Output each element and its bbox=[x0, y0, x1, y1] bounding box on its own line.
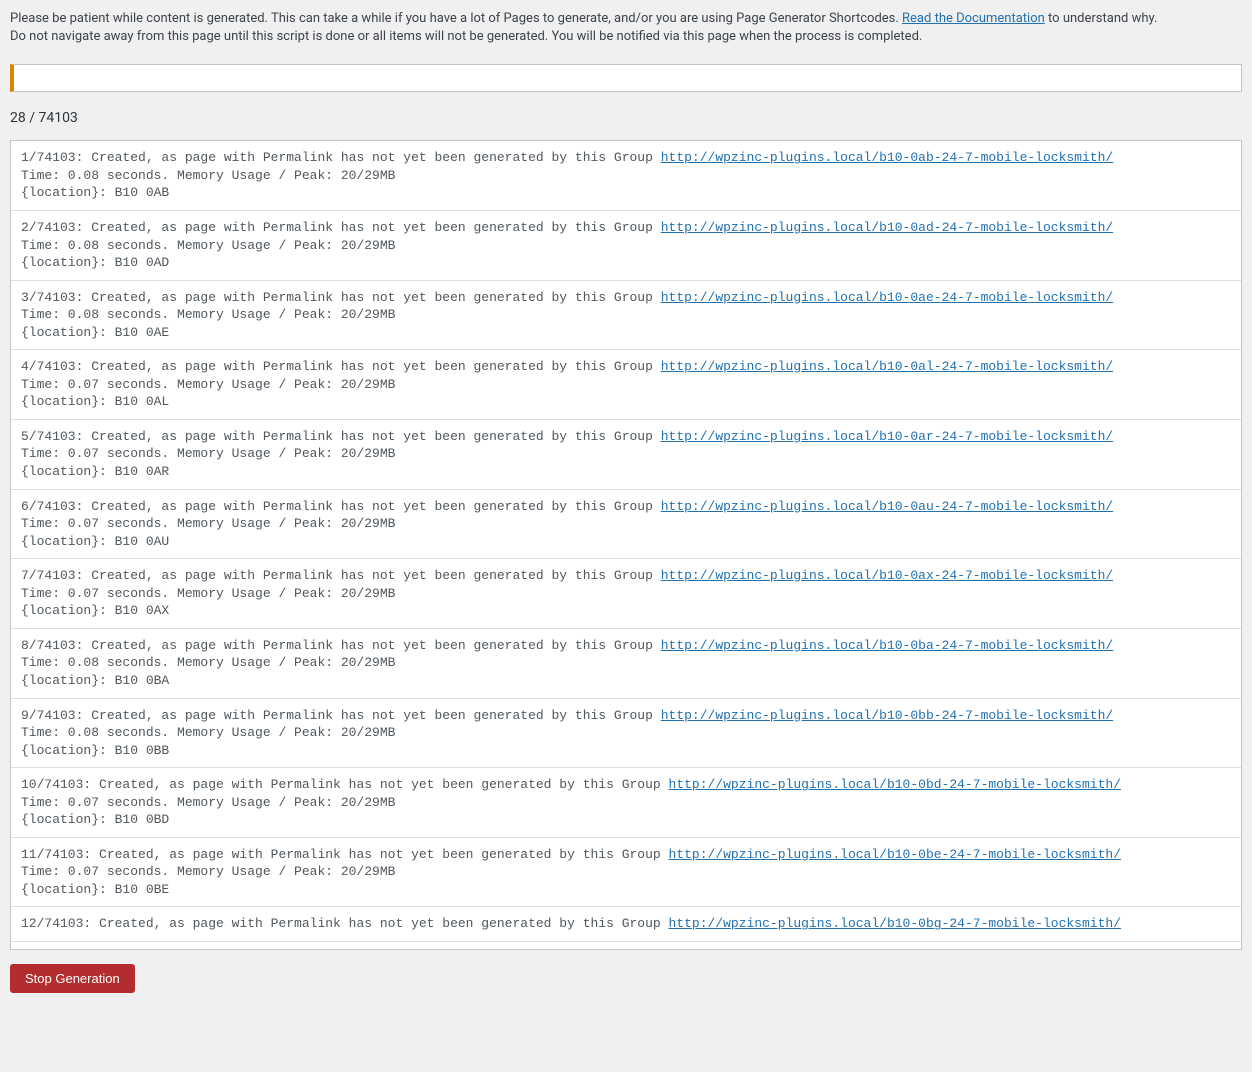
read-docs-link[interactable]: Read the Documentation bbox=[902, 11, 1045, 26]
log-location: {location}: B10 0AB bbox=[21, 185, 169, 200]
log-permalink[interactable]: http://wpzinc-plugins.local/b10-0ad-24-7… bbox=[661, 220, 1113, 235]
log-container[interactable]: 1/74103: Created, as page with Permalink… bbox=[10, 140, 1242, 950]
log-time: Time: 0.07 seconds. Memory Usage / Peak:… bbox=[21, 377, 395, 392]
log-permalink[interactable]: http://wpzinc-plugins.local/b10-0ba-24-7… bbox=[661, 638, 1113, 653]
log-time: Time: 0.08 seconds. Memory Usage / Peak:… bbox=[21, 307, 395, 322]
log-location: {location}: B10 0BA bbox=[21, 673, 169, 688]
log-time: Time: 0.07 seconds. Memory Usage / Peak:… bbox=[21, 795, 395, 810]
log-prefix: 1/74103: Created, as page with Permalink… bbox=[21, 150, 661, 165]
log-prefix: 5/74103: Created, as page with Permalink… bbox=[21, 429, 661, 444]
log-entry: 1/74103: Created, as page with Permalink… bbox=[11, 141, 1241, 211]
log-prefix: 12/74103: Created, as page with Permalin… bbox=[21, 916, 669, 931]
log-time: Time: 0.07 seconds. Memory Usage / Peak:… bbox=[21, 446, 395, 461]
log-entry: 8/74103: Created, as page with Permalink… bbox=[11, 629, 1241, 699]
log-entry: 5/74103: Created, as page with Permalink… bbox=[11, 420, 1241, 490]
log-time: Time: 0.08 seconds. Memory Usage / Peak:… bbox=[21, 168, 395, 183]
log-time: Time: 0.08 seconds. Memory Usage / Peak:… bbox=[21, 238, 395, 253]
log-entry: 4/74103: Created, as page with Permalink… bbox=[11, 350, 1241, 420]
log-prefix: 7/74103: Created, as page with Permalink… bbox=[21, 568, 661, 583]
progress-counter: 28 / 74103 bbox=[10, 110, 1242, 126]
log-entry: 7/74103: Created, as page with Permalink… bbox=[11, 559, 1241, 629]
log-location: {location}: B10 0BE bbox=[21, 882, 169, 897]
log-entry: 11/74103: Created, as page with Permalin… bbox=[11, 838, 1241, 908]
log-location: {location}: B10 0AL bbox=[21, 394, 169, 409]
log-permalink[interactable]: http://wpzinc-plugins.local/b10-0ab-24-7… bbox=[661, 150, 1113, 165]
log-location: {location}: B10 0AR bbox=[21, 464, 169, 479]
log-entry: 3/74103: Created, as page with Permalink… bbox=[11, 281, 1241, 351]
log-time: Time: 0.08 seconds. Memory Usage / Peak:… bbox=[21, 725, 395, 740]
intro-line2: Do not navigate away from this page unti… bbox=[10, 29, 922, 44]
log-time: Time: 0.07 seconds. Memory Usage / Peak:… bbox=[21, 586, 395, 601]
log-location: {location}: B10 0AU bbox=[21, 534, 169, 549]
log-prefix: 11/74103: Created, as page with Permalin… bbox=[21, 847, 669, 862]
log-prefix: 9/74103: Created, as page with Permalink… bbox=[21, 708, 661, 723]
log-entry: 9/74103: Created, as page with Permalink… bbox=[11, 699, 1241, 769]
notice-box bbox=[10, 64, 1242, 92]
stop-generation-button[interactable]: Stop Generation bbox=[10, 964, 135, 993]
log-prefix: 10/74103: Created, as page with Permalin… bbox=[21, 777, 669, 792]
log-prefix: 6/74103: Created, as page with Permalink… bbox=[21, 499, 661, 514]
log-permalink[interactable]: http://wpzinc-plugins.local/b10-0bb-24-7… bbox=[661, 708, 1113, 723]
log-location: {location}: B10 0AD bbox=[21, 255, 169, 270]
log-permalink[interactable]: http://wpzinc-plugins.local/b10-0ae-24-7… bbox=[661, 290, 1113, 305]
log-location: {location}: B10 0BB bbox=[21, 743, 169, 758]
log-prefix: 3/74103: Created, as page with Permalink… bbox=[21, 290, 661, 305]
footer: Stop Generation bbox=[10, 964, 1242, 993]
log-prefix: 8/74103: Created, as page with Permalink… bbox=[21, 638, 661, 653]
log-time: Time: 0.08 seconds. Memory Usage / Peak:… bbox=[21, 655, 395, 670]
log-entry: 2/74103: Created, as page with Permalink… bbox=[11, 211, 1241, 281]
intro-line1-post: to understand why. bbox=[1045, 11, 1158, 26]
log-prefix: 2/74103: Created, as page with Permalink… bbox=[21, 220, 661, 235]
log-time: Time: 0.07 seconds. Memory Usage / Peak:… bbox=[21, 864, 395, 879]
log-location: {location}: B10 0AX bbox=[21, 603, 169, 618]
log-permalink[interactable]: http://wpzinc-plugins.local/b10-0ax-24-7… bbox=[661, 568, 1113, 583]
log-time: Time: 0.07 seconds. Memory Usage / Peak:… bbox=[21, 516, 395, 531]
log-prefix: 4/74103: Created, as page with Permalink… bbox=[21, 359, 661, 374]
log-entry: 6/74103: Created, as page with Permalink… bbox=[11, 490, 1241, 560]
log-permalink[interactable]: http://wpzinc-plugins.local/b10-0bg-24-7… bbox=[669, 916, 1121, 931]
log-location: {location}: B10 0AE bbox=[21, 325, 169, 340]
intro-text: Please be patient while content is gener… bbox=[10, 10, 1242, 46]
log-entry: 10/74103: Created, as page with Permalin… bbox=[11, 768, 1241, 838]
log-permalink[interactable]: http://wpzinc-plugins.local/b10-0au-24-7… bbox=[661, 499, 1113, 514]
log-permalink[interactable]: http://wpzinc-plugins.local/b10-0al-24-7… bbox=[661, 359, 1113, 374]
intro-line1-pre: Please be patient while content is gener… bbox=[10, 11, 902, 26]
log-permalink[interactable]: http://wpzinc-plugins.local/b10-0bd-24-7… bbox=[669, 777, 1121, 792]
log-permalink[interactable]: http://wpzinc-plugins.local/b10-0ar-24-7… bbox=[661, 429, 1113, 444]
log-entry: 12/74103: Created, as page with Permalin… bbox=[11, 907, 1241, 942]
log-permalink[interactable]: http://wpzinc-plugins.local/b10-0be-24-7… bbox=[669, 847, 1121, 862]
log-location: {location}: B10 0BD bbox=[21, 812, 169, 827]
